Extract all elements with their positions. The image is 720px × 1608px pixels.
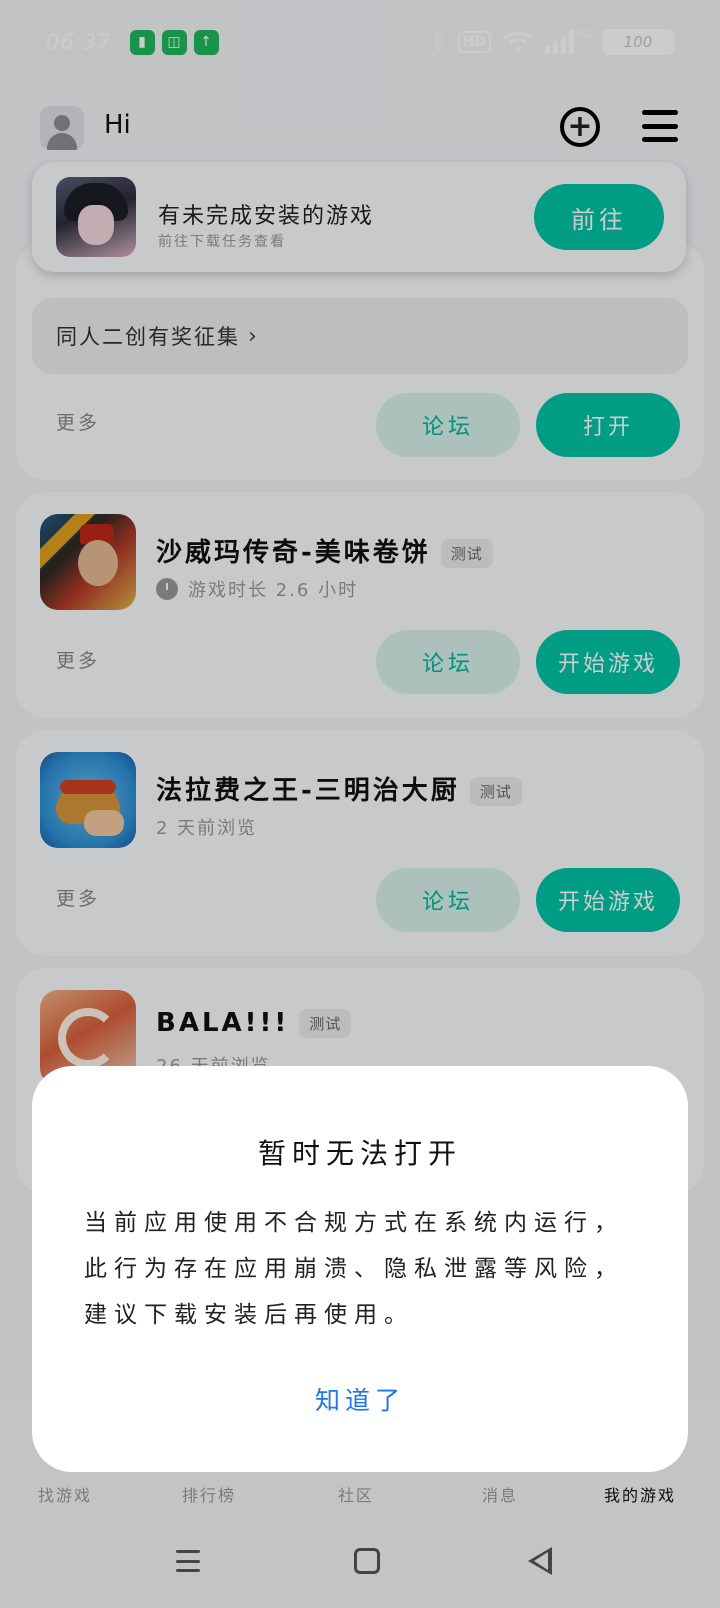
cannot-open-dialog: 暂时无法打开 当前应用使用不合规方式在系统内运行，此行为存在应用崩溃、隐私泄露等… (32, 1066, 688, 1472)
dialog-message: 当前应用使用不合规方式在系统内运行，此行为存在应用崩溃、隐私泄露等风险，建议下载… (84, 1210, 624, 1328)
app-screen: 06:37 ▮ ◫ ↑ ᛒ HD 5G 100 Hi + 有未完成安装的游戏 前… (0, 0, 720, 1608)
got-it-button[interactable]: 知道了 (260, 1370, 460, 1428)
dialog-title: 暂时无法打开 (257, 1137, 462, 1170)
